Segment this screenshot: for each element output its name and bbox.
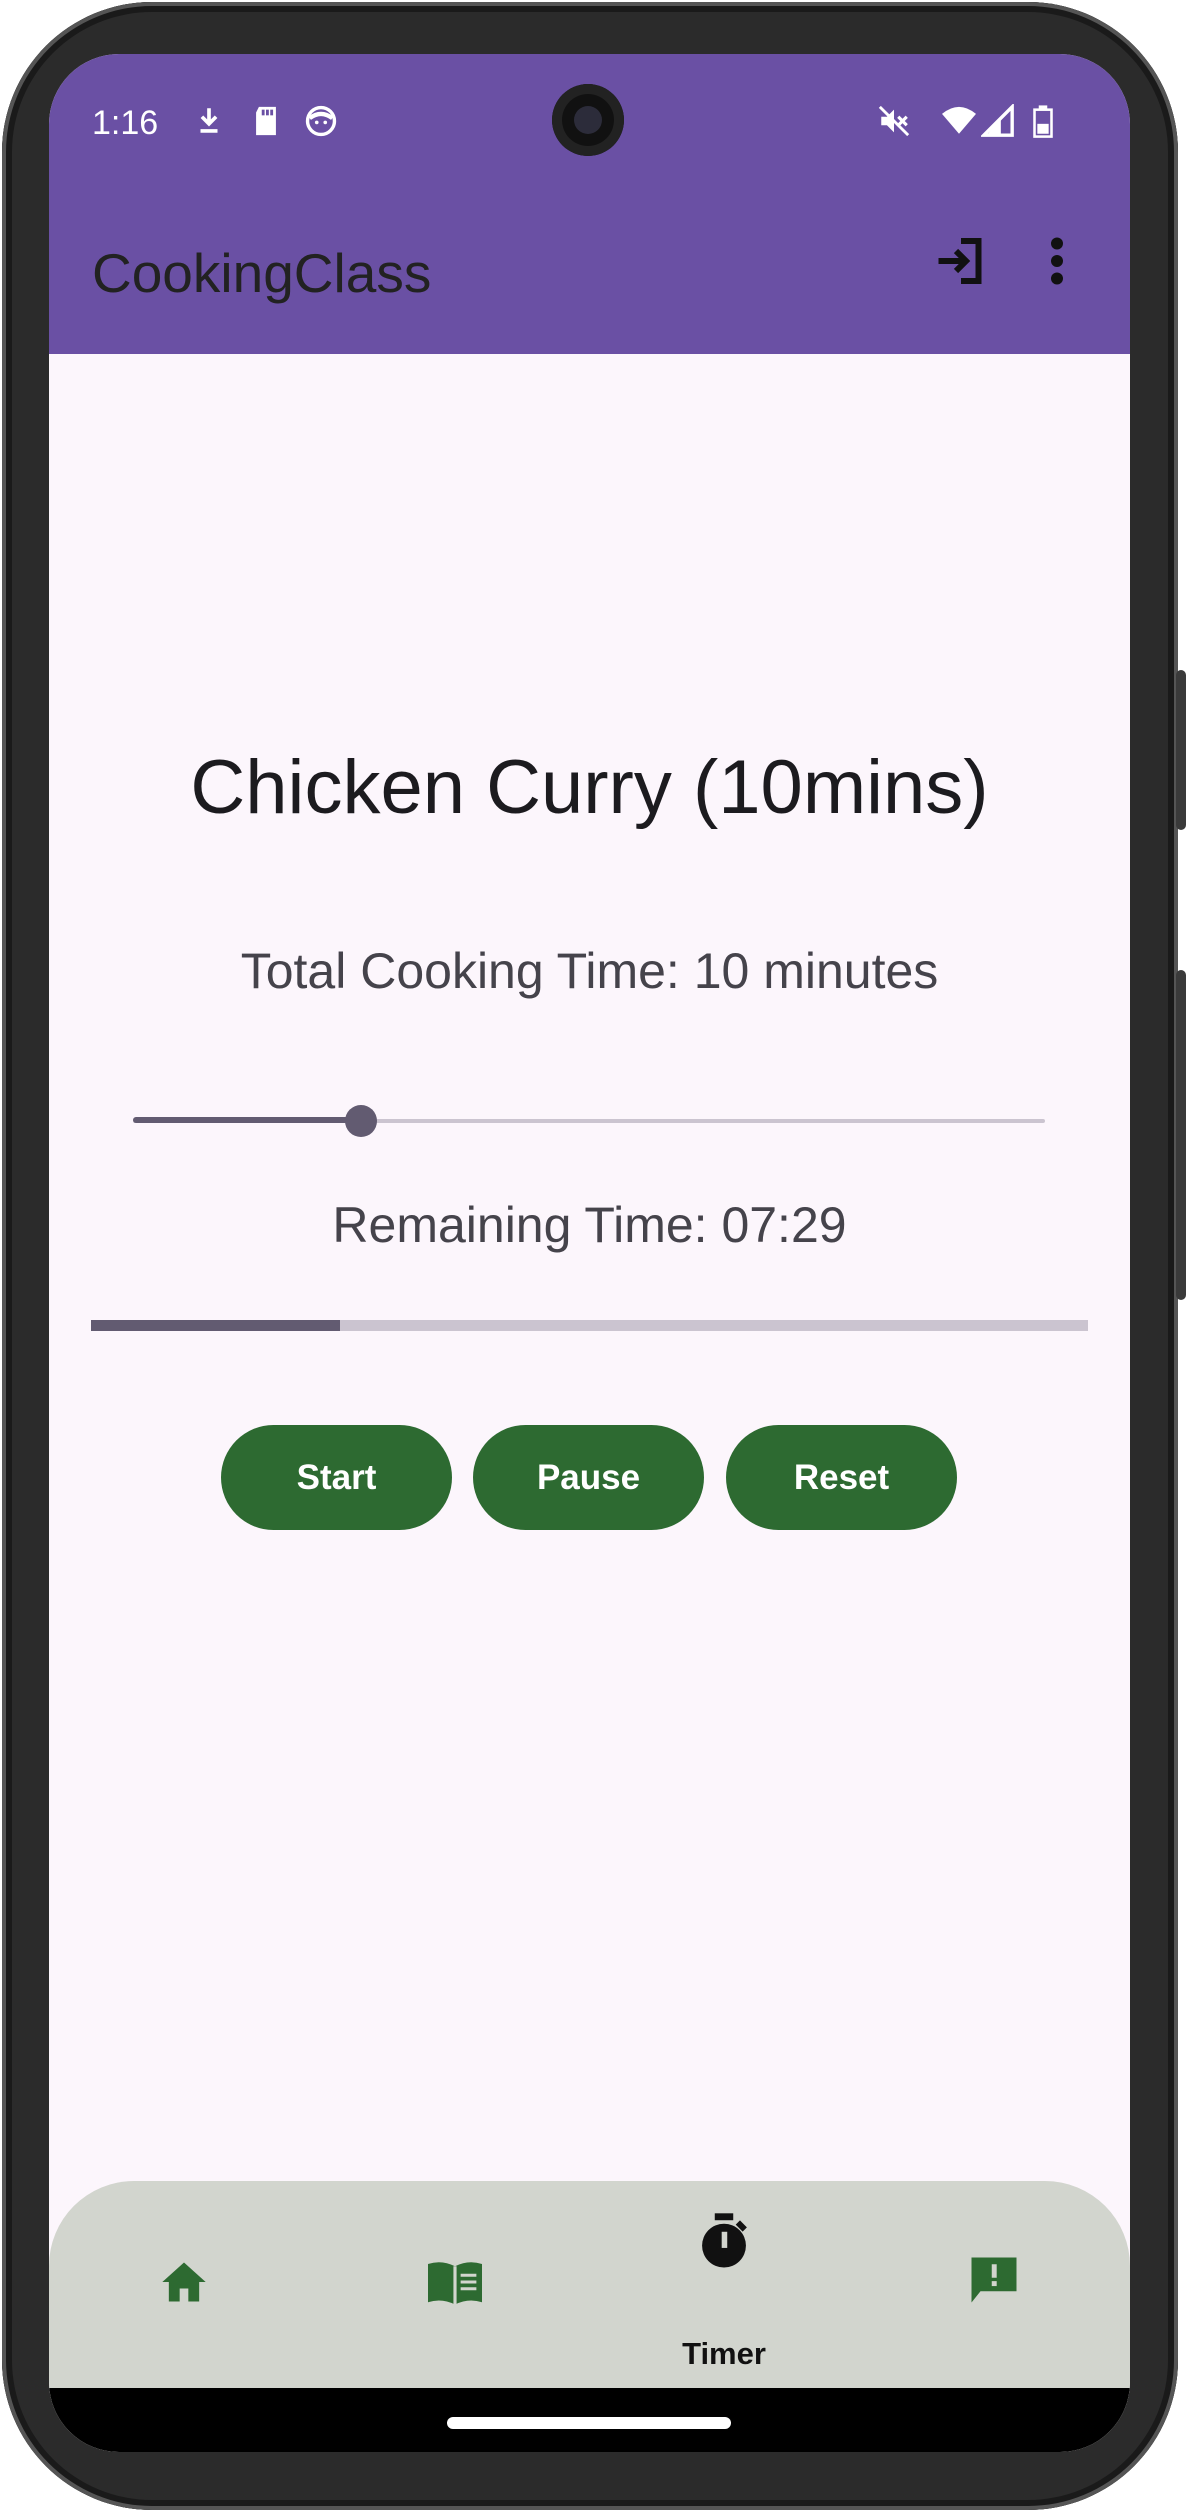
login-icon[interactable]: [931, 231, 991, 291]
volume-button: [1176, 970, 1186, 1300]
screen: 1:16 CookingClass Chicken Curry (10mins)…: [49, 54, 1130, 2452]
progress-fill: [91, 1320, 341, 1331]
power-button: [1176, 670, 1186, 830]
signal-icon: [981, 104, 1014, 137]
more-vert-icon[interactable]: [1042, 231, 1072, 291]
slider-active-track: [133, 1117, 361, 1123]
face-icon: [305, 105, 337, 137]
total-cooking-time-label: Total Cooking Time: 10 minutes: [240, 943, 939, 999]
start-button[interactable]: Start: [221, 1425, 452, 1530]
pause-button[interactable]: Pause: [473, 1425, 704, 1530]
nav-item-home[interactable]: [84, 2181, 284, 2381]
nav-label-timer: Timer: [682, 2336, 766, 2371]
reset-button[interactable]: Reset: [726, 1425, 957, 1530]
nav-item-feedback[interactable]: [894, 2181, 1094, 2381]
sd-card-icon: [256, 106, 276, 136]
slider-thumb[interactable]: [345, 1105, 377, 1137]
cooking-time-slider[interactable]: [133, 1102, 1045, 1142]
recipe-title: Chicken Curry (10mins): [190, 745, 989, 830]
nav-item-timer[interactable]: Timer: [624, 2181, 824, 2381]
timer-icon: [702, 2213, 747, 2268]
feedback-icon: [971, 2257, 1017, 2303]
home-gesture-indicator[interactable]: [447, 2417, 731, 2429]
nav-item-recipes[interactable]: [353, 2181, 553, 2381]
mute-icon: [878, 105, 910, 137]
front-camera: [552, 84, 624, 156]
timer-progress-bar: [91, 1320, 1088, 1331]
app-bar: CookingClass: [49, 189, 1130, 354]
book-icon: [428, 2262, 482, 2305]
wifi-icon: [942, 106, 976, 134]
battery-icon: [1033, 105, 1053, 138]
status-bar: 1:16: [49, 54, 1130, 189]
remaining-time-label: Remaining Time: 07:29: [332, 1197, 847, 1253]
download-icon: [200, 108, 218, 133]
app-title: CookingClass: [92, 242, 432, 304]
home-icon: [162, 2262, 206, 2302]
status-time: 1:16: [92, 104, 159, 142]
